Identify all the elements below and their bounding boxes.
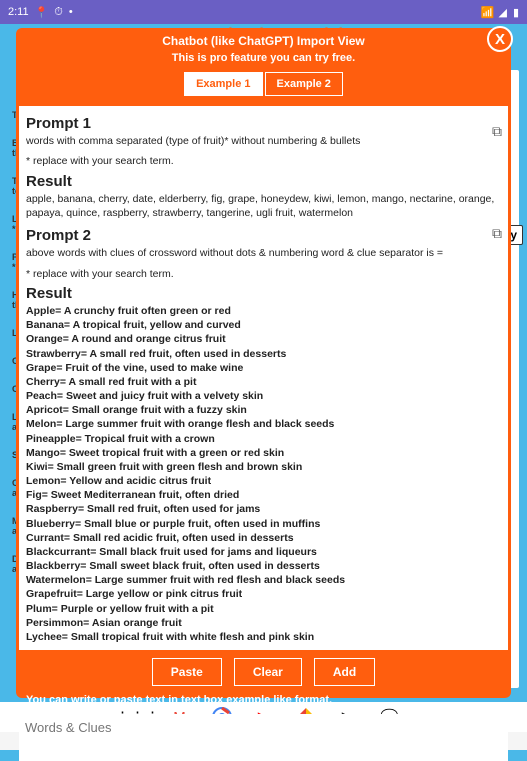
result-item: Currant= Small red acidic fruit, often u… bbox=[26, 531, 501, 545]
prompt-2-body: above words with clues of crossword with… bbox=[26, 246, 501, 260]
result-2-heading: Result bbox=[26, 284, 501, 304]
add-button[interactable]: Add bbox=[314, 658, 375, 686]
wifi-icon: 📶 bbox=[481, 6, 495, 19]
prompt-1-body: words with comma separated (type of frui… bbox=[26, 134, 501, 148]
location-icon: 📍 bbox=[35, 6, 49, 19]
prompt-1-heading: Prompt 1 bbox=[26, 114, 501, 134]
example-1-tab[interactable]: Example 1 bbox=[184, 72, 262, 96]
result-item: Persimmon= Asian orange fruit bbox=[26, 616, 501, 630]
hint-text: You can write or paste text in text box … bbox=[16, 694, 511, 714]
result-item: Grape= Fruit of the vine, used to make w… bbox=[26, 361, 501, 375]
modal-title: Chatbot (like ChatGPT) Import View bbox=[40, 34, 487, 48]
result-item: Blueberry= Small blue or purple fruit, o… bbox=[26, 517, 501, 531]
result-item: Orange= A round and orange citrus fruit bbox=[26, 332, 501, 346]
result-1-body: apple, banana, cherry, date, elderberry,… bbox=[26, 192, 501, 220]
result-item: Plum= Purple or yellow fruit with a pit bbox=[26, 602, 501, 616]
close-button[interactable]: X bbox=[487, 26, 513, 52]
status-bar: 2:11 📍 ⏱ • 📶 ◢ ▮ bbox=[0, 0, 527, 24]
result-item: Raspberry= Small red fruit, often used f… bbox=[26, 502, 501, 516]
result-item: Blackcurrant= Small black fruit used for… bbox=[26, 545, 501, 559]
result-item: Blackberry= Small sweet black fruit, oft… bbox=[26, 559, 501, 573]
result-2-list: Apple= A crunchy fruit often green or re… bbox=[26, 304, 501, 644]
replace-note-1: * replace with your search term. bbox=[26, 154, 501, 168]
example-2-tab[interactable]: Example 2 bbox=[265, 72, 343, 96]
result-item: Apricot= Small orange fruit with a fuzzy… bbox=[26, 403, 501, 417]
result-item: Kiwi= Small green fruit with green flesh… bbox=[26, 460, 501, 474]
copy-icon[interactable]: ⧉ bbox=[492, 224, 502, 243]
result-item: Pineapple= Tropical fruit with a crown bbox=[26, 432, 501, 446]
result-item: Strawberry= A small red fruit, often use… bbox=[26, 347, 501, 361]
result-item: Watermelon= Large summer fruit with red … bbox=[26, 573, 501, 587]
result-item: Lychee= Small tropical fruit with white … bbox=[26, 630, 501, 644]
dot-icon: • bbox=[69, 6, 73, 18]
copy-icon[interactable]: ⧉ bbox=[492, 122, 502, 141]
result-item: Melon= Large summer fruit with orange fl… bbox=[26, 417, 501, 431]
replace-note-2: * replace with your search term. bbox=[26, 267, 501, 281]
result-item: Grapefruit= Large yellow or pink citrus … bbox=[26, 587, 501, 601]
result-item: Fig= Sweet Mediterranean fruit, often dr… bbox=[26, 488, 501, 502]
paste-button[interactable]: Paste bbox=[152, 658, 222, 686]
result-item: Apple= A crunchy fruit often green or re… bbox=[26, 304, 501, 318]
signal-icon: ◢ bbox=[498, 6, 506, 19]
result-item: Peach= Sweet and juicy fruit with a velv… bbox=[26, 389, 501, 403]
modal-subtitle: This is pro feature you can try free. bbox=[40, 52, 487, 64]
result-item: Cherry= A small red fruit with a pit bbox=[26, 375, 501, 389]
result-item: Banana= A tropical fruit, yellow and cur… bbox=[26, 318, 501, 332]
battery-icon: ▮ bbox=[513, 6, 519, 19]
prompt-2-heading: Prompt 2 bbox=[26, 226, 501, 246]
content-pane: ⧉ ⧉ Prompt 1 words with comma separated … bbox=[19, 106, 508, 650]
result-item: Mango= Sweet tropical fruit with a green… bbox=[26, 446, 501, 460]
import-modal: X Chatbot (like ChatGPT) Import View Thi… bbox=[16, 28, 511, 698]
clear-button[interactable]: Clear bbox=[234, 658, 302, 686]
result-1-heading: Result bbox=[26, 172, 501, 192]
result-item: Lemon= Yellow and acidic citrus fruit bbox=[26, 474, 501, 488]
alarm-icon: ⏱ bbox=[54, 6, 63, 19]
status-time: 2:11 bbox=[8, 6, 29, 18]
